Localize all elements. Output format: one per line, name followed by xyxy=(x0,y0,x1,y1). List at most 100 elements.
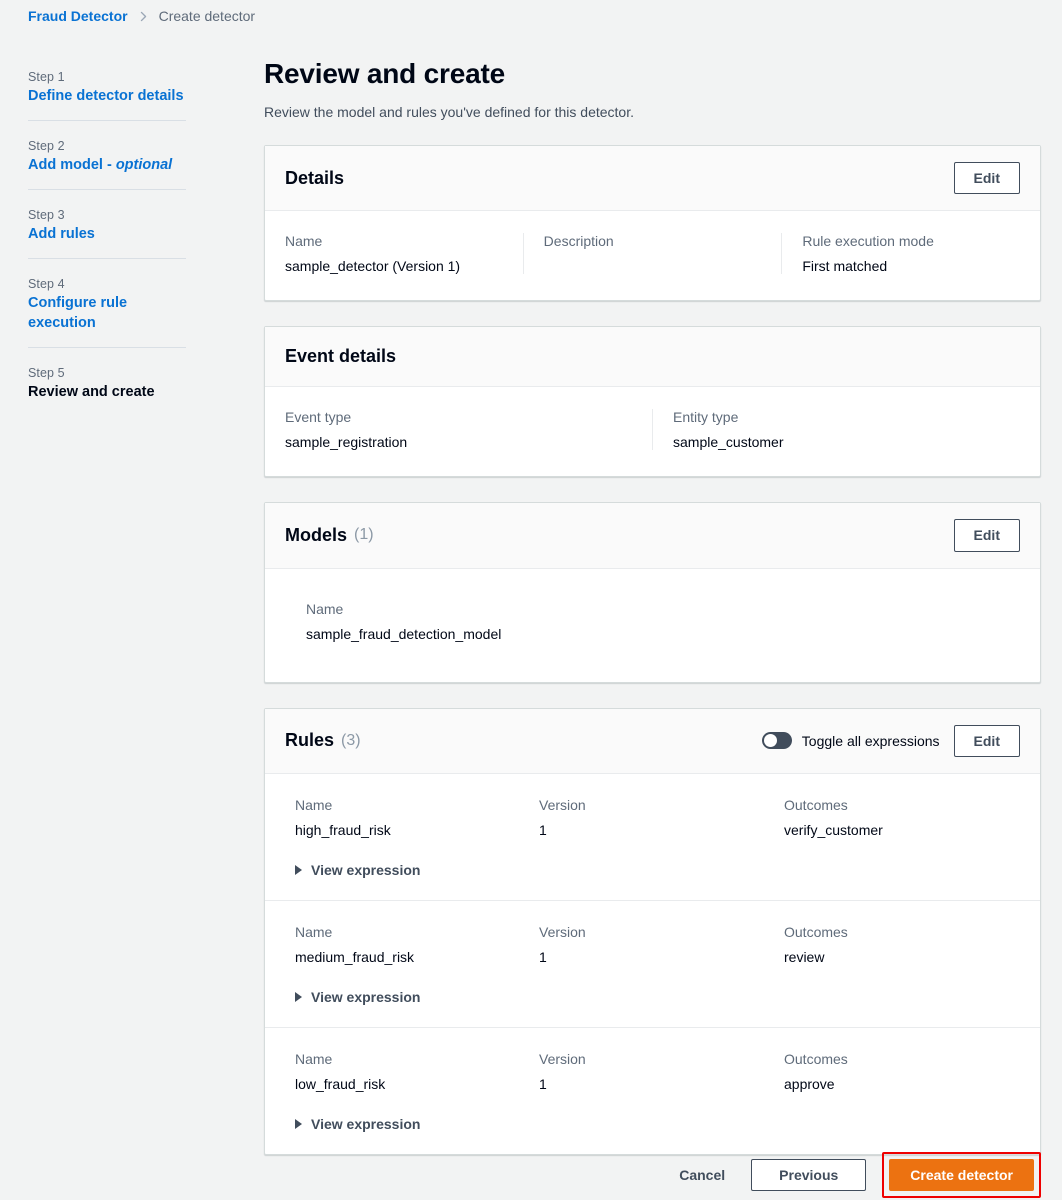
sidebar-divider-3 xyxy=(28,258,186,260)
rules-edit-button[interactable]: Edit xyxy=(953,724,1020,757)
rule-version-cell: Version 1 xyxy=(539,1051,784,1092)
sidebar-step-3[interactable]: Step 3 Add rules xyxy=(28,202,186,258)
triangle-right-icon xyxy=(295,1118,302,1129)
sidebar-step-4[interactable]: Step 4 Configure rule execution xyxy=(28,271,186,346)
rule-outcomes-value: approve xyxy=(784,1075,835,1092)
sidebar-divider-4 xyxy=(28,346,186,348)
details-edit-button[interactable]: Edit xyxy=(953,162,1020,195)
details-card-title: Details xyxy=(285,167,345,188)
sidebar-step-2-title[interactable]: Add model - optional xyxy=(28,156,186,175)
toggle-knob-icon xyxy=(763,734,777,748)
cancel-button[interactable]: Cancel xyxy=(669,1161,735,1189)
rule-row: Name low_fraud_risk Version 1 Outcomes a… xyxy=(265,1026,1040,1154)
rule-outcomes-cell: Outcomes approve xyxy=(784,1051,1020,1092)
rules-card-title: Rules xyxy=(285,730,335,751)
sidebar-step-4-title[interactable]: Configure rule execution xyxy=(28,294,186,332)
toggle-all-expressions-control[interactable]: Toggle all expressions xyxy=(761,732,940,750)
sidebar-step-3-number: Step 3 xyxy=(28,208,65,223)
sidebar-step-1-title[interactable]: Define detector details xyxy=(28,87,186,106)
details-card-body: Name sample_detector (Version 1) Descrip… xyxy=(265,211,1040,300)
rule-name-label: Name xyxy=(295,923,333,940)
details-field-rule-execution-mode-label: Rule execution mode xyxy=(802,233,934,250)
sidebar-divider-1 xyxy=(28,120,186,122)
breadcrumb: Fraud Detector Create detector xyxy=(28,8,255,24)
create-detector-button[interactable]: Create detector xyxy=(889,1159,1034,1191)
rule-row: Name medium_fraud_risk Version 1 Outcome… xyxy=(265,899,1040,1027)
rule-version-label: Version xyxy=(539,923,586,940)
rules-card-header: Rules (3) Toggle all expressions Edit xyxy=(265,708,1040,774)
view-expression-label: View expression xyxy=(311,988,421,1005)
rule-name-label: Name xyxy=(295,1050,333,1067)
sidebar-step-2[interactable]: Step 2 Add model - optional xyxy=(28,133,186,189)
rule-outcomes-cell: Outcomes review xyxy=(784,924,1020,965)
rule-version-cell: Version 1 xyxy=(539,924,784,965)
rule-version-value: 1 xyxy=(539,948,547,965)
details-field-name-label: Name xyxy=(285,233,323,250)
rule-outcomes-value: review xyxy=(784,948,825,965)
details-field-description-label: Description xyxy=(543,233,614,250)
details-card-header: Details Edit xyxy=(265,146,1040,212)
triangle-right-icon xyxy=(295,864,302,875)
models-card: Models (1) Edit Name sample_fraud_detect… xyxy=(264,502,1041,683)
details-card-actions: Edit xyxy=(953,162,1020,195)
sidebar-divider-2 xyxy=(28,189,186,191)
details-field-name-value: sample_detector (Version 1) xyxy=(285,258,461,275)
chevron-right-icon xyxy=(137,10,150,23)
rule-version-label: Version xyxy=(539,1050,586,1067)
rule-version-label: Version xyxy=(539,796,586,813)
sidebar-step-5: Step 5 Review and create xyxy=(28,360,186,416)
rule-row: Name high_fraud_risk Version 1 Outcomes … xyxy=(265,774,1040,900)
details-card: Details Edit Name sample_detector (Versi… xyxy=(264,145,1041,302)
event-field-event-type: Event type sample_registration xyxy=(265,409,652,450)
rule-outcomes-label: Outcomes xyxy=(784,1050,848,1067)
sidebar-step-1[interactable]: Step 1 Define detector details xyxy=(28,64,186,120)
toggle-all-expressions-switch[interactable] xyxy=(761,732,792,750)
event-details-card-title: Event details xyxy=(285,346,397,367)
rule-row-fields: Name low_fraud_risk Version 1 Outcomes a… xyxy=(295,1051,1020,1092)
rule-row-fields: Name medium_fraud_risk Version 1 Outcome… xyxy=(295,924,1020,965)
models-card-body: Name sample_fraud_detection_model xyxy=(265,569,1040,682)
page-title: Review and create xyxy=(264,58,505,89)
rule-outcomes-cell: Outcomes verify_customer xyxy=(784,797,1020,838)
event-details-card-body: Event type sample_registration Entity ty… xyxy=(265,387,1040,476)
breadcrumb-link-fraud-detector[interactable]: Fraud Detector xyxy=(28,8,128,24)
rule-outcomes-label: Outcomes xyxy=(784,796,848,813)
rule-name-cell: Name low_fraud_risk xyxy=(295,1051,539,1092)
previous-button[interactable]: Previous xyxy=(751,1159,867,1191)
main-content: Review and create Review the model and r… xyxy=(264,58,1041,1155)
rule-name-value: low_fraud_risk xyxy=(295,1075,386,1092)
rules-card-count: (3) xyxy=(341,731,361,749)
view-expression-toggle[interactable]: View expression xyxy=(295,989,420,1005)
view-expression-label: View expression xyxy=(311,1115,421,1132)
details-field-rule-execution-mode: Rule execution mode First matched xyxy=(781,233,1040,275)
rules-card-actions: Toggle all expressions Edit xyxy=(761,724,1020,757)
event-field-entity-type-value: sample_customer xyxy=(673,434,784,451)
rule-version-value: 1 xyxy=(539,821,547,838)
wizard-footer-actions: Cancel Previous Create detector xyxy=(264,1152,1041,1198)
rule-outcomes-label: Outcomes xyxy=(784,923,848,940)
create-detector-highlight-outline: Create detector xyxy=(882,1152,1041,1198)
event-field-entity-type-label: Entity type xyxy=(673,409,739,426)
models-edit-button[interactable]: Edit xyxy=(953,519,1020,552)
sidebar-step-3-title[interactable]: Add rules xyxy=(28,225,186,244)
details-field-name: Name sample_detector (Version 1) xyxy=(265,233,523,274)
view-expression-toggle[interactable]: View expression xyxy=(295,862,420,878)
view-expression-label: View expression xyxy=(311,861,421,878)
page-subtitle: Review the model and rules you've define… xyxy=(264,104,634,120)
rule-name-value: high_fraud_risk xyxy=(295,821,391,838)
details-field-description: Description xyxy=(522,233,782,275)
sidebar-step-2-number: Step 2 xyxy=(28,139,65,154)
view-expression-toggle[interactable]: View expression xyxy=(295,1116,420,1132)
wizard-step-navigation: Step 1 Define detector details Step 2 Ad… xyxy=(28,64,186,416)
models-card-actions: Edit xyxy=(953,519,1020,552)
rule-name-label: Name xyxy=(295,796,333,813)
event-details-card-header: Event details xyxy=(265,327,1040,388)
rules-card: Rules (3) Toggle all expressions Edit Na… xyxy=(264,707,1041,1155)
sidebar-step-5-title: Review and create xyxy=(28,383,155,400)
sidebar-step-4-number: Step 4 xyxy=(28,277,65,292)
event-field-entity-type: Entity type sample_customer xyxy=(652,409,1040,451)
toggle-all-expressions-label: Toggle all expressions xyxy=(801,732,940,749)
breadcrumb-current-create-detector: Create detector xyxy=(158,8,256,24)
models-card-header: Models (1) Edit xyxy=(265,503,1040,569)
rule-outcomes-value: verify_customer xyxy=(784,821,883,838)
